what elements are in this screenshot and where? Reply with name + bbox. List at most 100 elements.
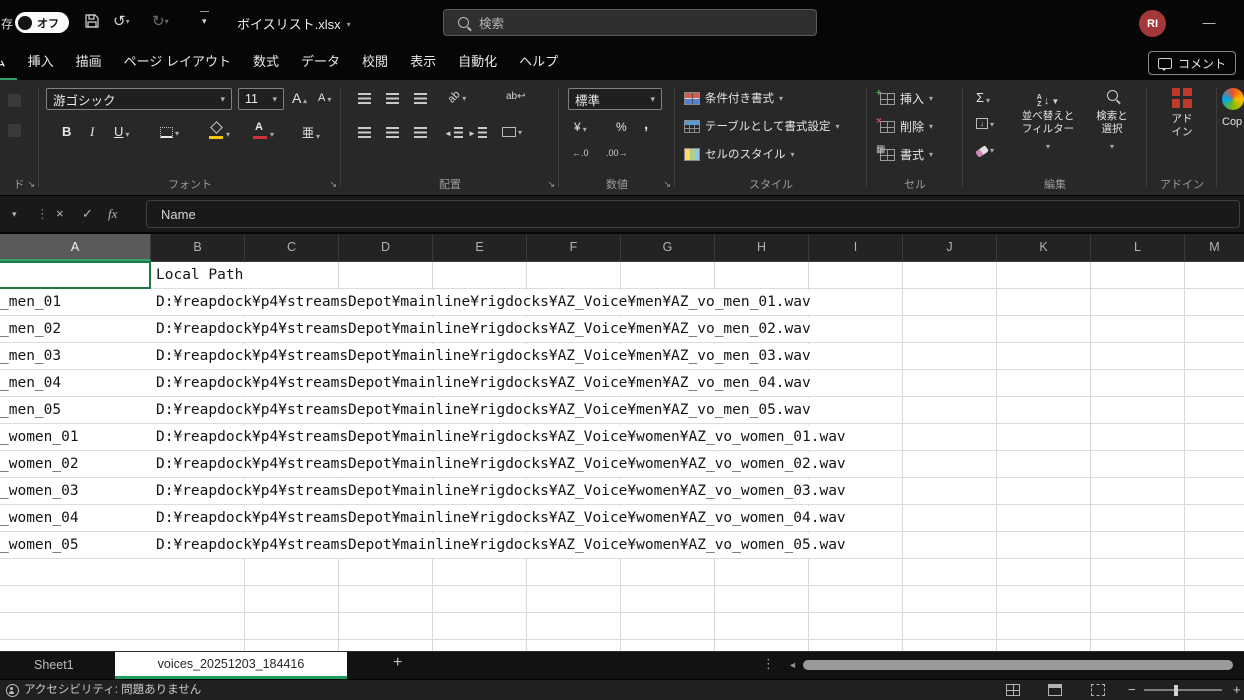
avatar[interactable]: RI <box>1139 10 1166 37</box>
zoom-slider-thumb[interactable] <box>1174 685 1178 696</box>
italic-button[interactable]: I <box>90 124 94 140</box>
cell-B7[interactable]: D:¥reapdock¥p4¥streamsDepot¥mainline¥rig… <box>152 425 850 450</box>
comma-format-button[interactable]: , <box>644 116 648 133</box>
worksheet-grid[interactable]: Local Path _men_01 D:¥reapdock¥p4¥stream… <box>0 261 1244 651</box>
tab-insert[interactable]: 挿入 <box>17 46 65 80</box>
cell-B5[interactable]: D:¥reapdock¥p4¥streamsDepot¥mainline¥rig… <box>152 371 815 396</box>
quick-access-customize-icon[interactable]: ▾ <box>200 11 209 30</box>
zoom-slider-track[interactable] <box>1144 689 1222 691</box>
column-header-L[interactable]: L <box>1091 234 1185 261</box>
tab-review[interactable]: 校閲 <box>351 46 399 80</box>
column-header-M[interactable]: M <box>1185 234 1244 261</box>
cell-A10[interactable]: _women_04 <box>0 506 148 531</box>
cell-B3[interactable]: D:¥reapdock¥p4¥streamsDepot¥mainline¥rig… <box>152 317 815 342</box>
percent-format-button[interactable]: % <box>616 120 627 134</box>
font-dialog-launcher-icon[interactable]: ↘ <box>329 179 337 190</box>
increase-indent-button[interactable]: ► <box>468 127 487 138</box>
page-break-view-button[interactable] <box>1091 684 1105 696</box>
add-sheet-button[interactable]: + <box>393 654 402 672</box>
fill-button[interactable]: ↓ ▾ <box>976 118 994 129</box>
tab-home[interactable]: ホーム <box>0 46 17 80</box>
sort-filter-button[interactable]: AZ ↓ ▼ 並べ替えと フィルター ▾ <box>1016 86 1080 160</box>
cell-B2[interactable]: D:¥reapdock¥p4¥streamsDepot¥mainline¥rig… <box>152 290 815 315</box>
column-header-I[interactable]: I <box>809 234 903 261</box>
tab-draw[interactable]: 描画 <box>65 46 113 80</box>
workbook-title[interactable]: ボイスリスト.xlsx ▾ <box>237 14 351 33</box>
tab-view[interactable]: 表示 <box>399 46 447 80</box>
cell-A9[interactable]: _women_03 <box>0 479 148 504</box>
enter-button[interactable]: ✓ <box>82 196 93 232</box>
save-icon[interactable] <box>84 13 100 36</box>
tab-automate[interactable]: 自動化 <box>447 46 508 80</box>
name-box-dropdown-icon[interactable]: ▾ <box>12 196 17 232</box>
cell-B1[interactable]: Local Path <box>152 263 248 288</box>
cell-styles-button[interactable]: セルのスタイル ▾ <box>684 146 795 162</box>
accessibility-status[interactable]: アクセシビリティ: 問題ありません <box>24 680 201 700</box>
font-size-combo[interactable]: 11 ▾ <box>238 88 284 110</box>
insert-cells-button[interactable]: + 挿入 ▾ <box>876 88 933 107</box>
align-bottom-button[interactable] <box>414 93 427 104</box>
cell-A7[interactable]: _women_01 <box>0 425 148 450</box>
cell-A1[interactable] <box>0 263 148 288</box>
normal-view-button[interactable] <box>1006 684 1020 696</box>
column-header-J[interactable]: J <box>903 234 997 261</box>
column-header-G[interactable]: G <box>621 234 715 261</box>
font-color-button[interactable]: A ▾ <box>252 121 274 139</box>
tab-page-layout[interactable]: ページ レイアウト <box>113 46 242 80</box>
tab-formulas[interactable]: 数式 <box>242 46 290 80</box>
undo-button[interactable]: ↺▾ <box>113 11 130 33</box>
page-layout-view-button[interactable] <box>1048 684 1062 696</box>
find-select-button[interactable]: 検索と 選択 ▾ <box>1084 86 1140 160</box>
clipboard-dialog-launcher-icon[interactable]: ↘ <box>27 179 35 190</box>
cell-B10[interactable]: D:¥reapdock¥p4¥streamsDepot¥mainline¥rig… <box>152 506 850 531</box>
cell-A3[interactable]: _men_02 <box>0 317 148 342</box>
cell-A8[interactable]: _women_02 <box>0 452 148 477</box>
search-input[interactable]: 検索 <box>443 9 817 36</box>
insert-function-button[interactable]: fx <box>108 196 117 232</box>
orientation-button[interactable]: ab ▾ <box>446 88 467 105</box>
cell-A5[interactable]: _men_04 <box>0 371 148 396</box>
phonetic-button[interactable]: 亜 ▾ <box>302 124 320 141</box>
cell-A4[interactable]: _men_03 <box>0 344 148 369</box>
align-right-button[interactable] <box>414 127 427 138</box>
bold-button[interactable]: B <box>62 124 71 139</box>
shrink-font-button[interactable]: A ▾ <box>318 92 331 104</box>
column-header-B[interactable]: B <box>151 234 245 261</box>
cell-A2[interactable]: _men_01 <box>0 290 148 315</box>
format-painter-icon[interactable] <box>8 124 21 137</box>
conditional-formatting-button[interactable]: 条件付き書式 ▾ <box>684 90 783 106</box>
align-left-button[interactable] <box>358 127 371 138</box>
column-header-H[interactable]: H <box>715 234 809 261</box>
autosum-button[interactable]: Σ ▾ <box>976 90 990 105</box>
cell-B8[interactable]: D:¥reapdock¥p4¥streamsDepot¥mainline¥rig… <box>152 452 850 477</box>
align-middle-button[interactable] <box>386 93 399 104</box>
cancel-button[interactable]: × <box>56 196 64 232</box>
clear-button[interactable]: ▾ <box>975 145 994 158</box>
number-format-combo[interactable]: 標準 ▾ <box>568 88 662 110</box>
increase-decimal-button[interactable]: ←.0 <box>572 148 589 158</box>
sheet-tab-overflow-icon[interactable]: ⋮ <box>762 656 775 672</box>
autosave-toggle[interactable]: オフ <box>15 12 69 33</box>
cell-A6[interactable]: _men_05 <box>0 398 148 423</box>
cell-A11[interactable]: _women_05 <box>0 533 148 558</box>
cell-B11[interactable]: D:¥reapdock¥p4¥streamsDepot¥mainline¥rig… <box>152 533 850 558</box>
hscroll-thumb[interactable] <box>803 660 1233 670</box>
fill-color-button[interactable]: ▾ <box>208 121 230 139</box>
format-cells-button[interactable]: ▦ 書式 ▾ <box>876 144 933 163</box>
zoom-out-button[interactable]: − <box>1128 680 1136 700</box>
merge-center-button[interactable]: ▾ <box>502 127 522 137</box>
tab-data[interactable]: データ <box>290 46 351 80</box>
minimize-button[interactable]: — <box>1192 10 1226 36</box>
copilot-button[interactable]: Cop <box>1222 88 1244 162</box>
wrap-text-button[interactable]: ab↩ <box>506 91 526 102</box>
align-top-button[interactable] <box>358 93 371 104</box>
formula-input[interactable]: Name <box>146 200 1240 228</box>
sheet-tab-active[interactable]: voices_20251203_184416 <box>115 652 347 679</box>
column-header-C[interactable]: C <box>245 234 339 261</box>
comments-button[interactable]: コメント <box>1147 51 1236 75</box>
format-as-table-button[interactable]: テーブルとして書式設定 ▾ <box>684 118 839 134</box>
align-center-button[interactable] <box>386 127 399 138</box>
addins-button[interactable]: アド イン <box>1152 88 1212 162</box>
column-header-K[interactable]: K <box>997 234 1091 261</box>
sheet-tab-sheet1[interactable]: Sheet1 <box>18 652 90 679</box>
